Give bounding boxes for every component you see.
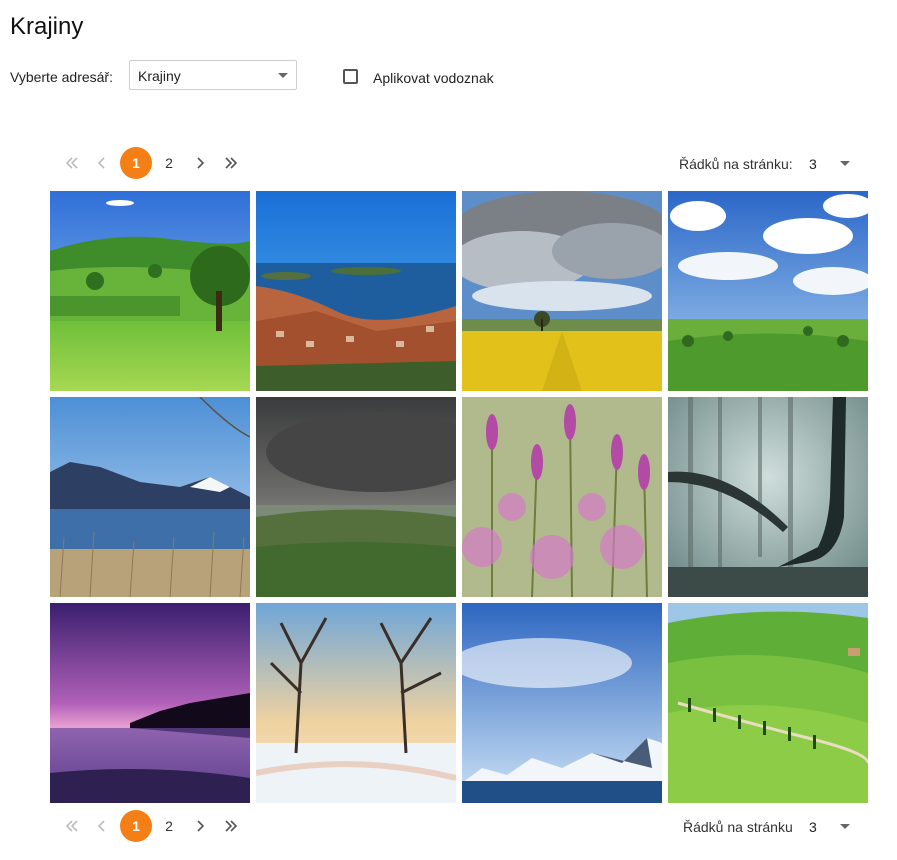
double-chevron-left-icon <box>65 820 78 832</box>
next-page-button[interactable] <box>184 810 216 842</box>
last-page-button[interactable] <box>215 810 247 842</box>
prev-page-button[interactable] <box>86 810 118 842</box>
tuscan-hills-image <box>668 603 868 803</box>
gallery-image-tuscan-hills[interactable] <box>668 603 868 803</box>
foggy-forest-image <box>668 397 868 597</box>
prev-page-button[interactable] <box>86 147 118 179</box>
gallery-image-lavender[interactable] <box>462 397 662 597</box>
page-number: 2 <box>165 155 173 171</box>
gallery-image-foggy-forest[interactable] <box>668 397 868 597</box>
chevron-right-icon <box>197 157 205 169</box>
lavender-image <box>462 397 662 597</box>
page-number: 1 <box>132 155 140 171</box>
meadow-image <box>50 191 250 391</box>
double-chevron-right-icon <box>225 157 238 169</box>
winter-trees-image <box>256 603 456 803</box>
purple-sunset-image <box>50 603 250 803</box>
chevron-down-icon[interactable] <box>840 161 850 166</box>
page-button-1[interactable]: 1 <box>120 810 152 842</box>
mountain-lake-image <box>50 397 250 597</box>
rows-per-page-label: Řádků na stránku <box>683 819 793 835</box>
gallery-image-winter-trees[interactable] <box>256 603 456 803</box>
page-button-1[interactable]: 1 <box>120 147 152 179</box>
gallery-image-stormy-hills[interactable] <box>256 397 456 597</box>
watermark-label: Aplikovat vodoznak <box>373 70 494 86</box>
stormy-hills-image <box>256 397 456 597</box>
snowy-mountains-image <box>462 603 662 803</box>
directory-select-value: Krajiny <box>138 68 181 84</box>
directory-label: Vyberte adresář: <box>10 69 113 85</box>
coastal-town-image <box>256 191 456 391</box>
double-chevron-left-icon <box>65 157 78 169</box>
next-page-button[interactable] <box>184 147 216 179</box>
gallery-image-mountain-lake[interactable] <box>50 397 250 597</box>
page-title: Krajiny <box>10 13 84 40</box>
pagination-top: 1 2 Řádků na stránku: 3 <box>50 147 868 181</box>
page-number: 2 <box>165 818 173 834</box>
gallery-image-yellow-field[interactable] <box>462 191 662 391</box>
green-plain-image <box>668 191 868 391</box>
double-chevron-right-icon <box>225 820 238 832</box>
image-gallery <box>50 191 868 803</box>
rows-per-page-label: Řádků na stránku: <box>679 156 793 172</box>
gallery-image-green-plain[interactable] <box>668 191 868 391</box>
page-button-2[interactable]: 2 <box>153 810 185 842</box>
yellow-field-image <box>462 191 662 391</box>
rows-per-page-value[interactable]: 3 <box>809 156 817 172</box>
chevron-right-icon <box>197 820 205 832</box>
last-page-button[interactable] <box>215 147 247 179</box>
gallery-image-snowy-mountains[interactable] <box>462 603 662 803</box>
chevron-down-icon[interactable] <box>840 824 850 829</box>
first-page-button[interactable] <box>56 810 88 842</box>
watermark-checkbox[interactable] <box>343 69 358 84</box>
rows-per-page-value[interactable]: 3 <box>809 819 817 835</box>
chevron-left-icon <box>97 820 105 832</box>
page-number: 1 <box>132 818 140 834</box>
gallery-image-meadow[interactable] <box>50 191 250 391</box>
pagination-bottom: 1 2 Řádků na stránku 3 <box>50 810 868 844</box>
chevron-down-icon <box>278 73 288 78</box>
chevron-left-icon <box>97 157 105 169</box>
page-button-2[interactable]: 2 <box>153 147 185 179</box>
gallery-image-coastal-town[interactable] <box>256 191 456 391</box>
directory-select[interactable]: Krajiny <box>129 60 297 90</box>
gallery-image-purple-sunset[interactable] <box>50 603 250 803</box>
first-page-button[interactable] <box>56 147 88 179</box>
